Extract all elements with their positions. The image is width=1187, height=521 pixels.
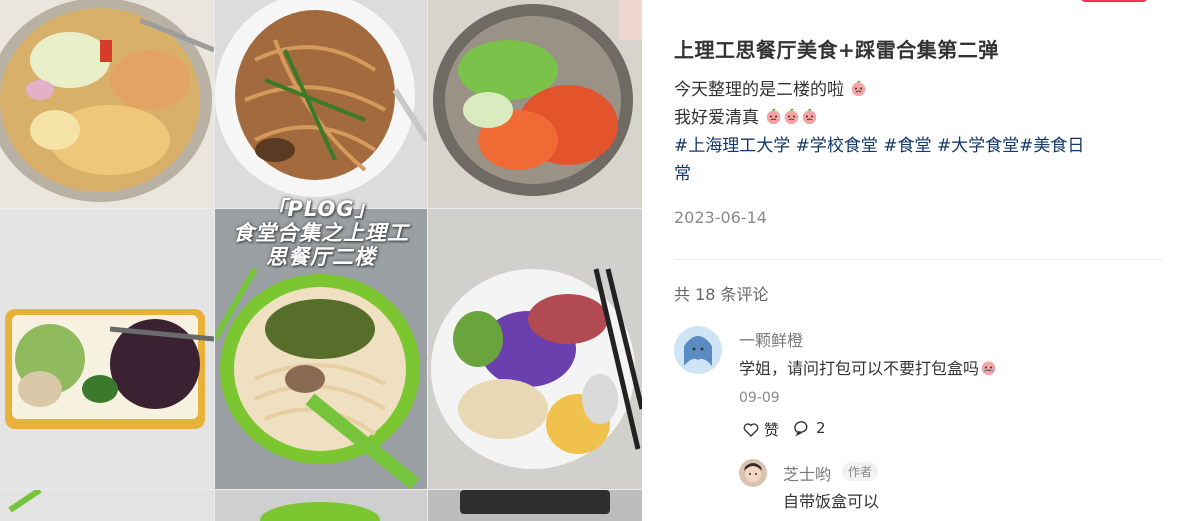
reply-username[interactable]: 芝士哟: [783, 461, 831, 485]
image-overlay-caption: 「PLOG」 食堂合集之上理工 思餐厅二楼: [215, 197, 427, 269]
description-line: 今天整理的是二楼的啦: [674, 80, 844, 100]
crying-peach-emoji-icon: [785, 108, 799, 125]
crying-peach-emoji-icon: [981, 361, 996, 376]
section-divider: [674, 259, 1162, 260]
purple-potato-plate-photo: [428, 209, 642, 489]
post-date: 2023-06-14: [674, 208, 767, 227]
comment-text: 学姐，请问打包可以不要打包盒吗: [739, 355, 997, 379]
avatar[interactable]: [674, 326, 722, 374]
post-tags-continued[interactable]: 常: [674, 160, 1154, 188]
heart-icon: [743, 422, 759, 437]
like-label: 赞: [764, 421, 780, 439]
like-button[interactable]: 赞: [742, 419, 779, 440]
comment-username[interactable]: 一颗鲜橙: [739, 327, 803, 351]
follow-button[interactable]: [1079, 0, 1149, 2]
comment-count: 共 18 条评论: [674, 285, 769, 304]
sweet-sour-pork-photo: [428, 0, 642, 208]
comment-body: 学姐，请问打包可以不要打包盒吗: [739, 359, 980, 378]
reply-count: 2: [816, 419, 826, 437]
description-line: 我好爱清真: [674, 108, 759, 128]
reply-button[interactable]: 2: [794, 419, 826, 437]
post-image-collage[interactable]: 「PLOG」 食堂合集之上理工 思餐厅二楼: [0, 0, 642, 521]
post-tags[interactable]: #上海理工大学 #学校食堂 #食堂 #大学食堂#美食日: [674, 132, 1154, 160]
post-title: 上理工思餐厅美食+踩雷合集第二弹: [674, 38, 999, 62]
crying-peach-emoji-icon: [803, 108, 817, 125]
bottom-strip-photo: [0, 490, 642, 521]
post-description: 今天整理的是二楼的啦 我好爱清真 #上海理工大学 #学校食堂 #食堂 #大学食堂…: [674, 76, 1154, 188]
comment-date: 09-09: [739, 390, 780, 406]
avatar[interactable]: [739, 459, 767, 487]
overlay-line: 食堂合集之上理工: [233, 221, 409, 245]
crying-peach-emoji-icon: [852, 80, 866, 97]
reply-text: 自带饭盒可以: [783, 492, 880, 511]
purple-rice-box-photo: [0, 209, 214, 489]
author-badge: 作者: [842, 462, 879, 481]
comment-bubble-icon: [794, 421, 808, 437]
post-detail-panel: 上理工思餐厅美食+踩雷合集第二弹 今天整理的是二楼的啦 我好爱清真 #上海理工大…: [642, 0, 1187, 521]
cabbage-chicken-bowl-photo: [0, 0, 214, 208]
crying-peach-emoji-icon: [767, 108, 781, 125]
fried-noodles-photo: [215, 0, 427, 208]
overlay-line: 「PLOG」: [265, 197, 377, 221]
overlay-line: 思餐厅二楼: [266, 245, 376, 269]
